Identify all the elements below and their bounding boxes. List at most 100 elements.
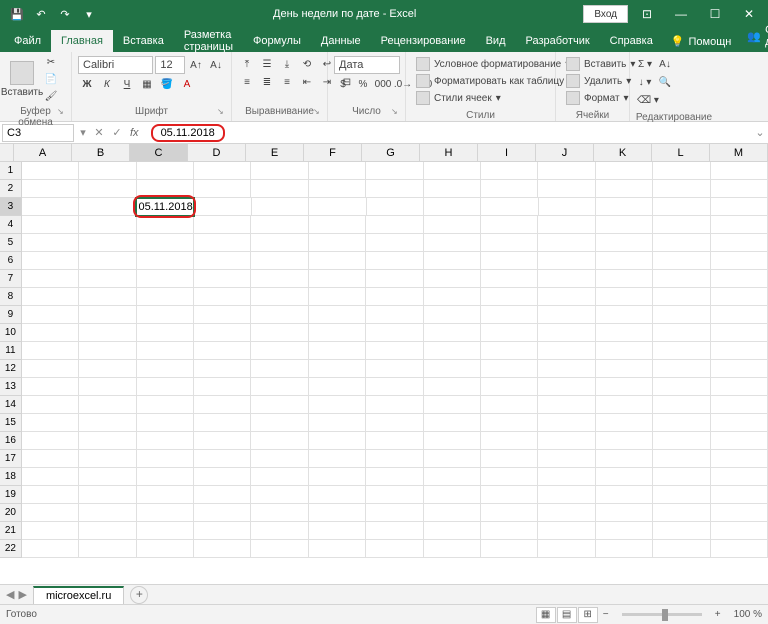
cell-F5[interactable] — [309, 234, 366, 252]
cell-C12[interactable] — [137, 360, 194, 378]
cell-A6[interactable] — [22, 252, 79, 270]
cell-L22[interactable] — [653, 540, 710, 558]
cell-L21[interactable] — [653, 522, 710, 540]
cell-B9[interactable] — [79, 306, 136, 324]
row-header-13[interactable]: 13 — [0, 378, 22, 396]
cell-D5[interactable] — [194, 234, 251, 252]
cell-M6[interactable] — [711, 252, 768, 270]
cell-H16[interactable] — [424, 432, 481, 450]
cell-D12[interactable] — [194, 360, 251, 378]
cell-B3[interactable] — [79, 198, 136, 216]
cell-F20[interactable] — [309, 504, 366, 522]
cell-I21[interactable] — [481, 522, 538, 540]
cell-E10[interactable] — [251, 324, 308, 342]
cell-H5[interactable] — [424, 234, 481, 252]
cell-J20[interactable] — [538, 504, 595, 522]
cell-M2[interactable] — [711, 180, 768, 198]
cell-G12[interactable] — [366, 360, 423, 378]
cell-E16[interactable] — [251, 432, 308, 450]
cell-E15[interactable] — [251, 414, 308, 432]
cell-F13[interactable] — [309, 378, 366, 396]
cell-B10[interactable] — [79, 324, 136, 342]
cell-K20[interactable] — [596, 504, 653, 522]
cell-C2[interactable] — [137, 180, 194, 198]
cell-I8[interactable] — [481, 288, 538, 306]
cell-K9[interactable] — [596, 306, 653, 324]
cell-C8[interactable] — [137, 288, 194, 306]
cell-B15[interactable] — [79, 414, 136, 432]
cell-A22[interactable] — [22, 540, 79, 558]
cell-D11[interactable] — [194, 342, 251, 360]
tab-review[interactable]: Рецензирование — [371, 30, 476, 52]
column-header-E[interactable]: E — [246, 144, 304, 161]
cell-A14[interactable] — [22, 396, 79, 414]
cell-B6[interactable] — [79, 252, 136, 270]
column-header-M[interactable]: M — [710, 144, 768, 161]
paste-button[interactable]: Вставить — [4, 54, 40, 104]
cell-L16[interactable] — [653, 432, 710, 450]
row-header-11[interactable]: 11 — [0, 342, 22, 360]
cell-I16[interactable] — [481, 432, 538, 450]
cell-L10[interactable] — [653, 324, 710, 342]
cell-H1[interactable] — [424, 162, 481, 180]
cell-E14[interactable] — [251, 396, 308, 414]
cell-C1[interactable] — [137, 162, 194, 180]
cell-H10[interactable] — [424, 324, 481, 342]
cell-I10[interactable] — [481, 324, 538, 342]
cell-L20[interactable] — [653, 504, 710, 522]
cell-J18[interactable] — [538, 468, 595, 486]
cell-C9[interactable] — [137, 306, 194, 324]
share-button[interactable]: 👥 Общий доступ — [739, 20, 768, 52]
cell-G6[interactable] — [366, 252, 423, 270]
cell-G14[interactable] — [366, 396, 423, 414]
cell-K4[interactable] — [596, 216, 653, 234]
row-header-1[interactable]: 1 — [0, 162, 22, 180]
cell-C19[interactable] — [137, 486, 194, 504]
cell-D8[interactable] — [194, 288, 251, 306]
cell-H11[interactable] — [424, 342, 481, 360]
cell-H8[interactable] — [424, 288, 481, 306]
cell-H3[interactable] — [424, 198, 481, 216]
column-header-F[interactable]: F — [304, 144, 362, 161]
cell-F17[interactable] — [309, 450, 366, 468]
cell-E2[interactable] — [251, 180, 308, 198]
column-header-A[interactable]: A — [14, 144, 72, 161]
cell-G4[interactable] — [366, 216, 423, 234]
cell-I1[interactable] — [481, 162, 538, 180]
row-header-2[interactable]: 2 — [0, 180, 22, 198]
cell-K5[interactable] — [596, 234, 653, 252]
cell-G16[interactable] — [366, 432, 423, 450]
row-header-5[interactable]: 5 — [0, 234, 22, 252]
cell-F8[interactable] — [309, 288, 366, 306]
cell-H19[interactable] — [424, 486, 481, 504]
cell-E12[interactable] — [251, 360, 308, 378]
cell-L2[interactable] — [653, 180, 710, 198]
cell-M18[interactable] — [711, 468, 768, 486]
cell-B21[interactable] — [79, 522, 136, 540]
cell-C15[interactable] — [137, 414, 194, 432]
cell-C4[interactable] — [137, 216, 194, 234]
cell-K6[interactable] — [596, 252, 653, 270]
cell-E3[interactable] — [252, 198, 309, 216]
expand-formula-bar-button[interactable]: ⌄ — [752, 126, 768, 139]
cell-J15[interactable] — [538, 414, 595, 432]
cell-C17[interactable] — [137, 450, 194, 468]
cell-D1[interactable] — [194, 162, 251, 180]
cell-B13[interactable] — [79, 378, 136, 396]
cell-L5[interactable] — [653, 234, 710, 252]
cell-M12[interactable] — [711, 360, 768, 378]
cell-B17[interactable] — [79, 450, 136, 468]
cell-D6[interactable] — [194, 252, 251, 270]
cell-L14[interactable] — [653, 396, 710, 414]
cell-E6[interactable] — [251, 252, 308, 270]
cell-B2[interactable] — [79, 180, 136, 198]
select-all-button[interactable] — [0, 144, 14, 161]
row-header-9[interactable]: 9 — [0, 306, 22, 324]
ribbon-options-button[interactable]: ⊡ — [632, 0, 662, 28]
cell-D2[interactable] — [194, 180, 251, 198]
cell-F21[interactable] — [309, 522, 366, 540]
cell-M11[interactable] — [711, 342, 768, 360]
cell-I13[interactable] — [481, 378, 538, 396]
cell-A11[interactable] — [22, 342, 79, 360]
cell-K1[interactable] — [596, 162, 653, 180]
